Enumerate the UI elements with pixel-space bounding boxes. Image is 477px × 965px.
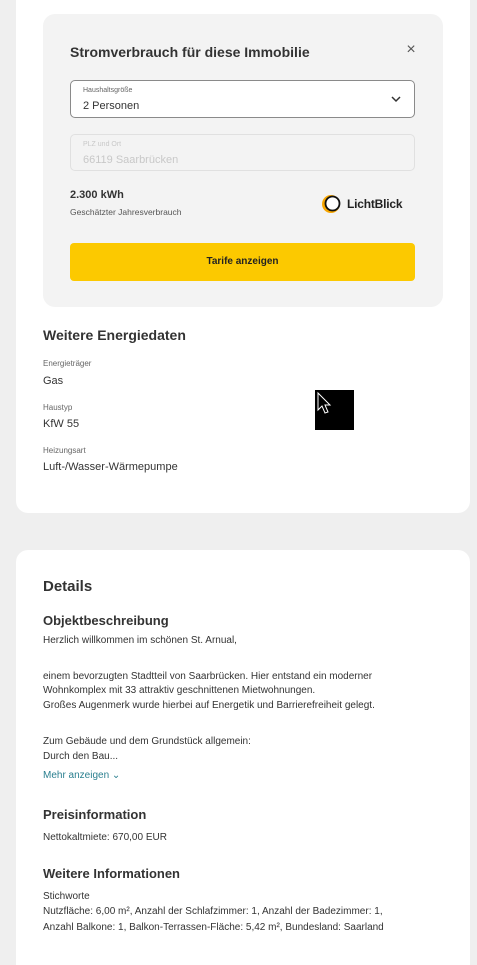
show-more-link[interactable]: Mehr anzeigen ⌄ bbox=[43, 770, 120, 781]
cursor-overlay bbox=[315, 390, 354, 430]
description-line: Zum Gebäude und dem Grundstück allgemein… bbox=[43, 736, 251, 747]
consumption-value: 2.300 kWh bbox=[70, 189, 124, 201]
lichtblick-logo-icon bbox=[322, 195, 341, 213]
description-line: Wohnkomplex mit 33 attraktiv geschnitten… bbox=[43, 685, 316, 696]
consumption-label: Geschätzter Jahresverbrauch bbox=[70, 207, 182, 217]
location-label: PLZ und Ort bbox=[83, 141, 122, 148]
location-field[interactable]: PLZ und Ort 66119 Saarbrücken bbox=[70, 134, 415, 171]
keywords-line: Nutzfläche: 6,00 m², Anzahl der Schlafzi… bbox=[43, 906, 383, 917]
chevron-down-icon bbox=[391, 96, 401, 103]
provider-logo: LichtBlick bbox=[321, 192, 403, 216]
household-size-label: Haushaltsgröße bbox=[83, 87, 133, 94]
price-title: Preisinformation bbox=[43, 807, 147, 822]
household-size-select[interactable]: Haushaltsgröße 2 Personen bbox=[70, 80, 415, 118]
description-line: einem bevorzugten Stadtteil von Saarbrüc… bbox=[43, 671, 373, 682]
mouse-pointer-icon bbox=[317, 391, 332, 414]
house-type-label: Haustyp bbox=[43, 403, 73, 412]
heating-type-value: Luft-/Wasser-Wärmepumpe bbox=[43, 461, 178, 473]
keywords-label: Stichworte bbox=[43, 891, 90, 902]
household-size-value: 2 Personen bbox=[83, 100, 140, 112]
details-card: Details Objektbeschreibung Herzlich will… bbox=[16, 550, 470, 965]
price-text: Nettokaltmiete: 670,00 EUR bbox=[43, 832, 167, 843]
details-title: Details bbox=[43, 578, 93, 595]
description-title: Objektbeschreibung bbox=[43, 613, 169, 628]
heating-type-label: Heizungsart bbox=[43, 446, 86, 455]
keywords-line: Anzahl Balkone: 1, Balkon-Terrassen-Fläc… bbox=[43, 922, 384, 933]
electricity-calculator: Stromverbrauch für diese Immobilie × Hau… bbox=[43, 14, 443, 307]
provider-name: LichtBlick bbox=[347, 197, 403, 211]
energy-card: Stromverbrauch für diese Immobilie × Hau… bbox=[16, 0, 470, 513]
location-value: 66119 Saarbrücken bbox=[83, 154, 179, 166]
calculator-title: Stromverbrauch für diese Immobilie bbox=[70, 44, 310, 60]
description-line: Großes Augenmerk wurde hierbei auf Energ… bbox=[43, 700, 375, 711]
energy-source-label: Energieträger bbox=[43, 359, 92, 368]
house-type-value: KfW 55 bbox=[43, 418, 80, 430]
close-icon[interactable]: × bbox=[403, 42, 419, 58]
energy-source-value: Gas bbox=[43, 375, 64, 387]
energy-data-title: Weitere Energiedaten bbox=[43, 327, 186, 343]
description-line: Durch den Bau... bbox=[43, 751, 119, 762]
description-line: Herzlich willkommen im schönen St. Arnua… bbox=[43, 635, 237, 646]
show-tariffs-button[interactable]: Tarife anzeigen bbox=[70, 243, 415, 281]
more-info-title: Weitere Informationen bbox=[43, 866, 181, 881]
